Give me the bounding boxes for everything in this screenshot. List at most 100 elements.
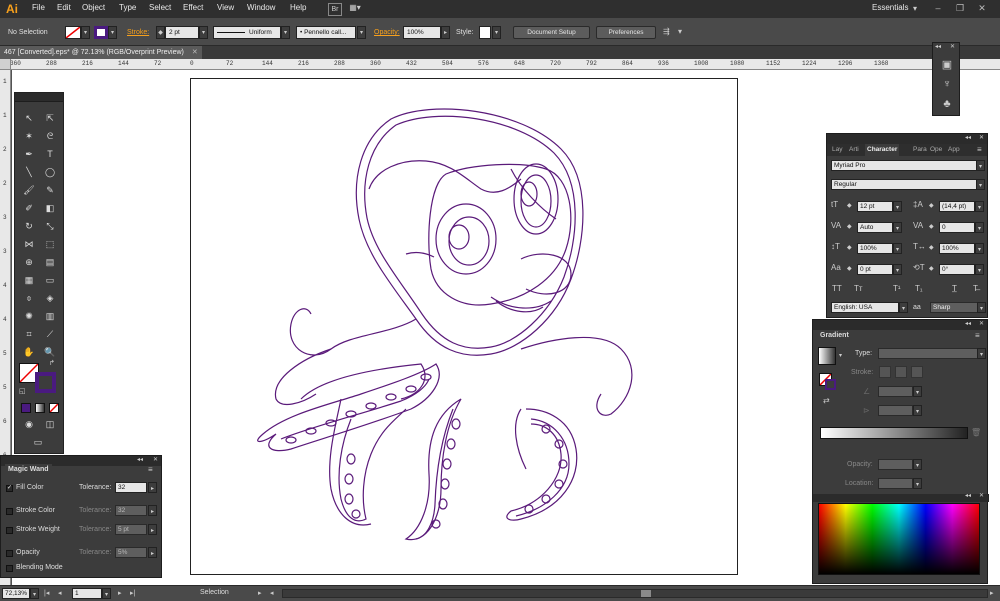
- menu-type[interactable]: Type: [119, 3, 136, 12]
- control-menu-icon[interactable]: ▾: [678, 27, 682, 36]
- kerning-dropdown[interactable]: ▾: [893, 222, 902, 233]
- aspect-ratio-dropdown[interactable]: ▾: [913, 405, 922, 416]
- ruler-origin[interactable]: [0, 59, 11, 70]
- width-tool-icon[interactable]: ⋈: [20, 237, 38, 251]
- character-close-icon[interactable]: ✕: [979, 134, 984, 141]
- brushes-icon[interactable]: ♆: [937, 78, 957, 90]
- draw-mode-icon[interactable]: ◉: [20, 417, 38, 431]
- screen-mode-icon[interactable]: ▭: [29, 435, 47, 449]
- minimize-icon[interactable]: –: [930, 2, 946, 14]
- artboard-tool-icon[interactable]: ⌗: [20, 327, 38, 341]
- stroke-weight-dropdown[interactable]: ▾: [199, 26, 208, 39]
- kerning-stepper[interactable]: ◆: [847, 223, 852, 230]
- free-transform-tool-icon[interactable]: ⬚: [41, 237, 59, 251]
- first-artboard-icon[interactable]: |◂: [44, 589, 49, 597]
- gradient-collapse-icon[interactable]: ◂◂: [965, 320, 971, 327]
- baseline-shift-field[interactable]: 0 pt: [857, 264, 893, 275]
- character-menu-icon[interactable]: ≡: [977, 145, 982, 154]
- vertical-scale-field[interactable]: 100%: [857, 243, 893, 254]
- column-graph-tool-icon[interactable]: ▥: [41, 309, 59, 323]
- menu-select[interactable]: Select: [149, 3, 171, 12]
- opacity-dropdown[interactable]: ▸: [441, 26, 450, 39]
- antialias-dropdown[interactable]: ▾: [977, 302, 986, 313]
- vertical-scale-dropdown[interactable]: ▾: [893, 243, 902, 254]
- character-rotation-stepper[interactable]: ◆: [929, 265, 934, 272]
- stroke-color-box[interactable]: [35, 372, 56, 393]
- horizontal-scale-dropdown[interactable]: ▾: [975, 243, 984, 254]
- tolerance-field[interactable]: 32: [115, 482, 147, 493]
- lasso-tool-icon[interactable]: ᘓ: [41, 129, 59, 143]
- scroll-left-icon[interactable]: ◂: [270, 589, 274, 597]
- close-tab-icon[interactable]: ✕: [192, 49, 198, 56]
- layers-icon[interactable]: ▣: [937, 58, 957, 71]
- symbols-icon[interactable]: ♣: [937, 98, 957, 110]
- strikethrough-icon[interactable]: T̶: [973, 284, 978, 293]
- panel-menu-icon[interactable]: ≡: [148, 465, 153, 474]
- magic-wand-checkbox[interactable]: [6, 550, 13, 557]
- workspace-chevron-icon[interactable]: ▾: [913, 4, 917, 13]
- aspect-ratio-field[interactable]: [878, 405, 913, 416]
- leading-dropdown[interactable]: ▾: [975, 201, 984, 212]
- style-swatch[interactable]: [479, 26, 491, 39]
- draw-behind-icon[interactable]: ◫: [41, 417, 59, 431]
- artboard-number-field[interactable]: 1: [72, 588, 102, 599]
- magic-wand-checkbox[interactable]: [6, 527, 13, 534]
- preferences-button[interactable]: Preferences: [596, 26, 656, 39]
- color-panel-header[interactable]: [813, 494, 989, 502]
- gradient-tab[interactable]: Gradient: [817, 330, 852, 342]
- tolerance-slider-button[interactable]: ▸: [148, 505, 157, 516]
- default-colors-icon[interactable]: ◱: [19, 387, 26, 395]
- horizontal-scale-field[interactable]: 100%: [939, 243, 975, 254]
- kerning-field[interactable]: Auto: [857, 222, 893, 233]
- delete-stop-icon[interactable]: 🗑: [971, 428, 981, 437]
- font-size-field[interactable]: 12 pt: [857, 201, 893, 212]
- pencil-tool-icon[interactable]: ✎: [41, 183, 59, 197]
- magic-wand-tab[interactable]: Magic Wand: [5, 464, 52, 476]
- angle-field[interactable]: [878, 386, 913, 397]
- color-panel-collapse-icon[interactable]: ◂◂: [965, 492, 971, 499]
- gradient-type-dropdown[interactable]: ▾: [977, 348, 986, 359]
- tab-artboards[interactable]: Arti: [849, 144, 859, 156]
- gradient-stroke-swatch[interactable]: [825, 379, 836, 390]
- tab-paragraph[interactable]: Para: [913, 144, 927, 156]
- tolerance-slider-button[interactable]: ▸: [148, 524, 157, 535]
- tab-appearance[interactable]: App: [948, 144, 960, 156]
- selection-tool-icon[interactable]: ↖: [20, 111, 38, 125]
- dock-close-icon[interactable]: ✕: [950, 43, 955, 50]
- opacity-label[interactable]: Opacity:: [374, 29, 400, 36]
- leading-stepper[interactable]: ◆: [929, 202, 934, 209]
- menu-window[interactable]: Window: [247, 3, 275, 12]
- tab-opentype[interactable]: Ope: [930, 144, 942, 156]
- blend-tool-icon[interactable]: ◈: [41, 291, 59, 305]
- gradient-slider[interactable]: [820, 427, 968, 439]
- artboard-number-dropdown[interactable]: ▾: [102, 588, 111, 599]
- zoom-dropdown[interactable]: ▾: [30, 588, 39, 599]
- stroke-label[interactable]: Stroke:: [127, 29, 149, 36]
- gradient-thumbnail[interactable]: [818, 347, 836, 365]
- magic-wand-checkbox[interactable]: [6, 565, 13, 572]
- tracking-dropdown[interactable]: ▾: [975, 222, 984, 233]
- opacity-field[interactable]: 100%: [403, 26, 441, 39]
- tolerance-slider-button[interactable]: ▸: [148, 547, 157, 558]
- collapse-panel-icon[interactable]: ◂◂: [137, 456, 143, 463]
- arrange-documents-icon[interactable]: ▦▾: [348, 3, 362, 14]
- baseline-shift-dropdown[interactable]: ▾: [893, 264, 902, 275]
- font-family-field[interactable]: Myriad Pro: [831, 160, 977, 171]
- font-size-stepper[interactable]: ◆: [847, 202, 852, 209]
- fill-dropdown[interactable]: ▾: [81, 26, 90, 39]
- workspace-switcher[interactable]: Essentials: [872, 3, 908, 12]
- horizontal-scroll-thumb[interactable]: [641, 590, 651, 597]
- stroke-dropdown[interactable]: ▾: [108, 26, 117, 39]
- rotate-tool-icon[interactable]: ↻: [20, 219, 38, 233]
- stroke-within-icon[interactable]: [879, 366, 891, 378]
- type-tool-icon[interactable]: T: [41, 147, 59, 161]
- gradient-location-field[interactable]: [878, 478, 913, 489]
- swap-colors-icon[interactable]: ↱: [49, 359, 55, 367]
- language-dropdown[interactable]: ▾: [899, 302, 908, 313]
- menu-help[interactable]: Help: [290, 3, 306, 12]
- gradient-type-field[interactable]: [878, 348, 978, 359]
- underline-icon[interactable]: T̲: [952, 284, 957, 293]
- previous-artboard-icon[interactable]: ◂: [58, 589, 62, 597]
- status-menu-icon[interactable]: ▸: [258, 589, 262, 597]
- scroll-right-icon[interactable]: ▸: [990, 589, 994, 597]
